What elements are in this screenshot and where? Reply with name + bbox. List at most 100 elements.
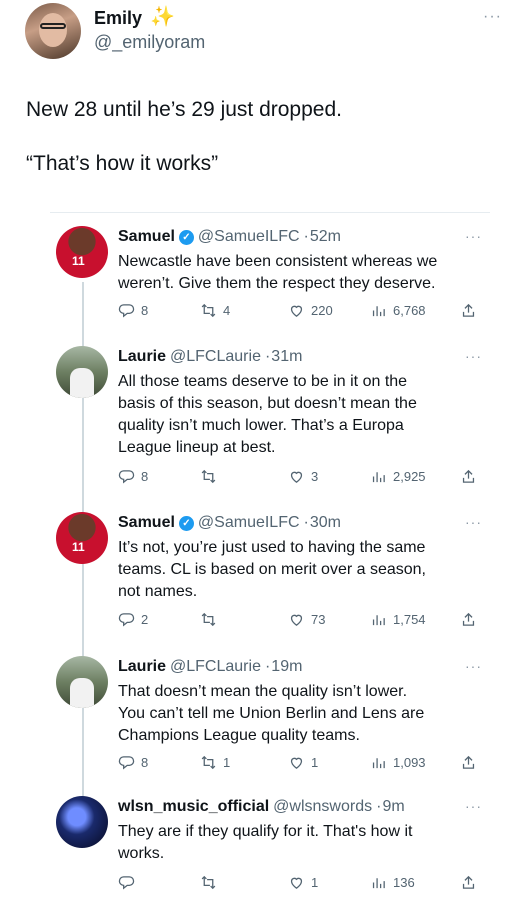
reply-more-icon[interactable]: ···: [465, 658, 482, 674]
reply-more-icon[interactable]: ···: [465, 514, 482, 530]
reply-author-name[interactable]: Samuel: [118, 514, 175, 531]
reply-count: 8: [141, 469, 149, 484]
reply-avatar[interactable]: [56, 656, 108, 708]
reply-time[interactable]: 30m: [310, 514, 341, 531]
reply-tweet[interactable]: 11 Samuel ✓ @SamueILFC ·30m ··· It’s not, y…: [56, 500, 496, 648]
jersey-number: 11: [72, 540, 85, 554]
reply-actions: 8 3 2,925: [118, 468, 486, 488]
like-count: 1: [311, 755, 319, 770]
view-count: 1,754: [393, 612, 426, 627]
share-icon: [462, 612, 475, 626]
reply-tweet[interactable]: Laurie @LFCLaurie ·31m ··· All those teams…: [56, 334, 496, 504]
reply-avatar[interactable]: 11: [56, 226, 108, 278]
share-button[interactable]: [460, 874, 477, 891]
avatar-figure: [70, 678, 94, 708]
sparkle-icon: ✨: [150, 6, 175, 28]
separator-dot: ·: [376, 798, 382, 815]
reply-text: All those teams deserve to be in it on t…: [118, 373, 417, 456]
reply-button[interactable]: 8: [118, 754, 148, 771]
reply-icon: [118, 304, 135, 318]
views-chart-icon: [372, 472, 385, 483]
reply-header: Samuel ✓ @SamueILFC ·52m: [118, 228, 341, 246]
separator-dot: ·: [264, 348, 271, 365]
like-button[interactable]: 220: [288, 302, 333, 319]
like-button[interactable]: 1: [288, 874, 318, 891]
reply-author-name[interactable]: Laurie: [118, 658, 166, 675]
reply-time[interactable]: 31m: [271, 348, 302, 365]
retweet-icon: [201, 612, 216, 627]
reply-button[interactable]: [118, 874, 141, 891]
views-button[interactable]: 2,925: [370, 468, 426, 485]
reply-tweet[interactable]: Laurie @LFCLaurie ·19m ··· That doesn’t me…: [56, 644, 496, 788]
like-count: 1: [311, 875, 319, 890]
share-button[interactable]: [460, 754, 477, 771]
retweet-button[interactable]: [200, 611, 223, 628]
reply-time[interactable]: 52m: [310, 228, 341, 245]
reply-text: Newcastle have been consistent whereas w…: [118, 253, 438, 292]
reply-count: 2: [141, 612, 149, 627]
verified-badge-icon: ✓: [178, 516, 194, 531]
avatar-figure: [70, 368, 94, 398]
reply-text: That doesn’t mean the quality isn’t lowe…: [118, 683, 425, 744]
reply-handle[interactable]: @wlsnswords: [273, 798, 372, 815]
retweet-button[interactable]: 4: [200, 302, 230, 319]
more-options-icon[interactable]: ···: [483, 8, 502, 26]
reply-header: Laurie @LFCLaurie ·31m: [118, 348, 302, 366]
tweet-text: New 28 until he’s 29 just dropped. “That…: [26, 98, 342, 175]
like-count: 3: [311, 469, 319, 484]
retweet-button[interactable]: 1: [200, 754, 230, 771]
views-button[interactable]: 1,093: [370, 754, 426, 771]
reply-tweet[interactable]: wlsn_music_official @wlsnswords ·9m ··· Th…: [56, 784, 496, 902]
author-handle[interactable]: @_emilyoram: [94, 32, 205, 53]
reply-handle[interactable]: @SamueILFC: [198, 228, 300, 245]
share-icon: [462, 469, 475, 483]
like-count: 73: [311, 612, 326, 627]
reply-avatar[interactable]: 11: [56, 512, 108, 564]
reply-more-icon[interactable]: ···: [465, 348, 482, 364]
heart-icon: [290, 614, 303, 626]
share-icon: [462, 875, 475, 889]
views-button[interactable]: 136: [370, 874, 415, 891]
reply-count: 8: [141, 303, 149, 318]
like-button[interactable]: 1: [288, 754, 318, 771]
reply-time[interactable]: 9m: [382, 798, 404, 815]
reply-avatar[interactable]: [56, 346, 108, 398]
reply-more-icon[interactable]: ···: [465, 228, 482, 244]
reply-header: Samuel ✓ @SamueILFC ·30m: [118, 514, 341, 532]
reply-button[interactable]: 2: [118, 611, 148, 628]
heart-icon: [290, 757, 303, 769]
view-count: 136: [393, 875, 415, 890]
retweet-button[interactable]: [200, 874, 223, 891]
share-button[interactable]: [460, 611, 477, 628]
reply-author-name[interactable]: Samuel: [118, 228, 175, 245]
reply-tweet[interactable]: 11 Samuel ✓ @SamueILFC ·52m ··· Newcastle h…: [56, 214, 496, 334]
retweet-icon: [201, 303, 216, 318]
reply-author-name[interactable]: wlsn_music_official: [118, 798, 269, 815]
reply-icon: [118, 613, 135, 627]
tweet-header: Emily ✨ @_emilyoram ···: [22, 0, 502, 70]
reply-button[interactable]: 8: [118, 302, 148, 319]
views-button[interactable]: 6,768: [370, 302, 426, 319]
like-button[interactable]: 3: [288, 468, 318, 485]
avatar-face: [39, 13, 67, 47]
like-button[interactable]: 73: [288, 611, 325, 628]
reply-handle[interactable]: @LFCLaurie: [170, 658, 261, 675]
reply-time[interactable]: 19m: [271, 658, 302, 675]
view-count: 6,768: [393, 303, 426, 318]
author-name[interactable]: Emily: [94, 8, 142, 29]
share-button[interactable]: [460, 468, 477, 485]
reply-header: Laurie @LFCLaurie ·19m: [118, 658, 302, 676]
share-button[interactable]: [460, 302, 477, 319]
heart-icon: [290, 877, 303, 889]
retweet-count: 4: [223, 303, 231, 318]
views-button[interactable]: 1,754: [370, 611, 426, 628]
retweet-button[interactable]: [200, 468, 223, 485]
reply-button[interactable]: 8: [118, 468, 148, 485]
reply-avatar[interactable]: [56, 796, 108, 848]
author-avatar[interactable]: [25, 3, 81, 59]
reply-author-name[interactable]: Laurie: [118, 348, 166, 365]
reply-handle[interactable]: @LFCLaurie: [170, 348, 261, 365]
reply-more-icon[interactable]: ···: [465, 798, 482, 814]
share-icon: [462, 755, 475, 769]
reply-handle[interactable]: @SamueILFC: [198, 514, 300, 531]
